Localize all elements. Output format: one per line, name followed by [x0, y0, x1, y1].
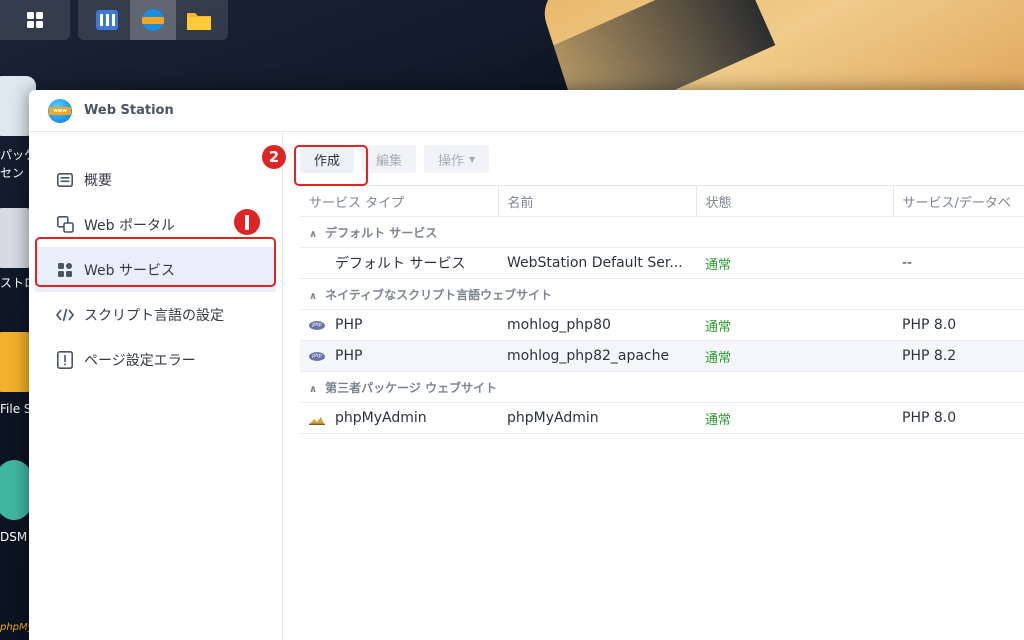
group-row-native-script[interactable]: ∧ ネイティブなスクリプト言語ウェブサイト — [300, 278, 1024, 310]
desktop-label-dsm: DSM — [0, 530, 28, 544]
web-station-window: www Web Station 概要 Web ポータル Web サービス スクリ… — [29, 90, 1024, 640]
control-panel-icon — [96, 10, 118, 30]
cell-name: mohlog_php82_apache — [498, 340, 696, 372]
group-label: 第三者パッケージ ウェブサイト — [325, 380, 498, 395]
step-marker-1 — [234, 209, 260, 235]
sidebar-item-error-page[interactable]: ページ設定エラー — [29, 337, 282, 382]
table-row[interactable]: phpMyAdmin phpMyAdmin 通常 PHP 8.0 — [300, 402, 1024, 434]
cell-status: 通常 — [696, 247, 893, 279]
taskbar — [0, 0, 1024, 40]
caret-down-icon: ▼ — [469, 154, 476, 164]
sidebar-item-script-language[interactable]: スクリプト言語の設定 — [29, 292, 282, 337]
marker-1-glyph — [245, 214, 249, 230]
app-logo-text: www — [49, 106, 71, 115]
cell-service: -- — [893, 247, 1024, 279]
cell-type: phpMyAdmin — [335, 410, 427, 426]
cell-type: デフォルト サービス — [300, 247, 498, 279]
cell-type: PHP — [335, 317, 363, 333]
table-header-row: サービス タイプ 名前 状態 サービス/データベ — [300, 185, 1024, 217]
sidebar-item-label: 概要 — [84, 172, 112, 189]
folder-icon — [187, 13, 211, 30]
cell-type: PHP — [335, 348, 363, 364]
php-icon: php — [309, 320, 325, 330]
sidebar-item-overview[interactable]: 概要 — [29, 157, 282, 202]
cell-status: 通常 — [696, 309, 893, 341]
chevron-up-icon: ∧ — [309, 383, 318, 395]
chevron-up-icon: ∧ — [309, 290, 318, 302]
cell-service: PHP 8.0 — [893, 402, 1024, 434]
highlight-web-service — [35, 237, 276, 287]
error-page-icon — [56, 350, 74, 369]
cell-service: PHP 8.0 — [893, 309, 1024, 341]
group-row-third-party[interactable]: ∧ 第三者パッケージ ウェブサイト — [300, 371, 1024, 403]
taskbar-app-group — [78, 0, 228, 40]
taskbar-web-station[interactable] — [130, 0, 176, 40]
taskbar-control-panel[interactable] — [84, 0, 130, 40]
web-service-table: サービス タイプ 名前 状態 サービス/データベ ∧ デフォルト サービス デフォ… — [300, 185, 1024, 434]
cell-name: phpMyAdmin — [498, 402, 696, 434]
sidebar-item-label: Web ポータル — [84, 217, 175, 234]
code-icon — [56, 306, 74, 324]
cell-name: WebStation Default Ser... — [498, 247, 696, 279]
main-menu-button[interactable] — [0, 0, 70, 40]
overview-icon — [56, 171, 74, 189]
taskbar-file-station[interactable] — [176, 0, 222, 40]
table-row[interactable]: php PHP mohlog_php80 通常 PHP 8.0 — [300, 309, 1024, 341]
sidebar-item-label: ページ設定エラー — [84, 352, 196, 369]
action-dropdown-button[interactable]: 操作 ▼ — [424, 145, 490, 173]
action-label: 操作 — [438, 153, 465, 169]
group-label: ネイティブなスクリプト言語ウェブサイト — [325, 287, 553, 302]
group-label: デフォルト サービス — [325, 225, 438, 240]
column-header-name[interactable]: 名前 — [497, 185, 696, 217]
window-titlebar[interactable]: www Web Station — [29, 90, 1024, 132]
sidebar-item-label: スクリプト言語の設定 — [84, 307, 224, 324]
desktop-label-center: セン — [0, 166, 25, 180]
desktop-label-file: File S — [0, 402, 32, 416]
column-header-service-type[interactable]: サービス タイプ — [300, 185, 498, 217]
edit-button[interactable]: 編集 — [362, 145, 417, 173]
column-header-status[interactable]: 状態 — [695, 185, 893, 217]
table-row[interactable]: デフォルト サービス WebStation Default Ser... 通常 … — [300, 247, 1024, 279]
cell-status: 通常 — [696, 402, 893, 434]
group-row-default[interactable]: ∧ デフォルト サービス — [300, 216, 1024, 248]
cell-status: 通常 — [696, 340, 893, 372]
column-header-service-db[interactable]: サービス/データベ — [892, 185, 1024, 217]
grid-icon — [27, 12, 43, 28]
web-station-icon — [142, 9, 164, 31]
web-station-logo-icon: www — [48, 98, 72, 123]
web-portal-icon — [56, 216, 74, 234]
highlight-create-button — [294, 145, 368, 186]
cell-service: PHP 8.2 — [893, 340, 1024, 372]
step-marker-2: 2 — [262, 145, 286, 169]
php-icon: php — [309, 351, 325, 361]
toolbar: 作成 編集 操作 ▼ — [284, 133, 1024, 185]
cell-name: mohlog_php80 — [498, 309, 696, 341]
main-content: 作成 編集 操作 ▼ サービス タイプ 名前 状態 サービス/データベ ∧ デフ… — [284, 133, 1024, 640]
table-row[interactable]: php PHP mohlog_php82_apache 通常 PHP 8.2 — [300, 340, 1024, 372]
window-title: Web Station — [84, 103, 174, 118]
chevron-up-icon: ∧ — [309, 228, 318, 240]
phpmyadmin-icon — [309, 413, 325, 425]
